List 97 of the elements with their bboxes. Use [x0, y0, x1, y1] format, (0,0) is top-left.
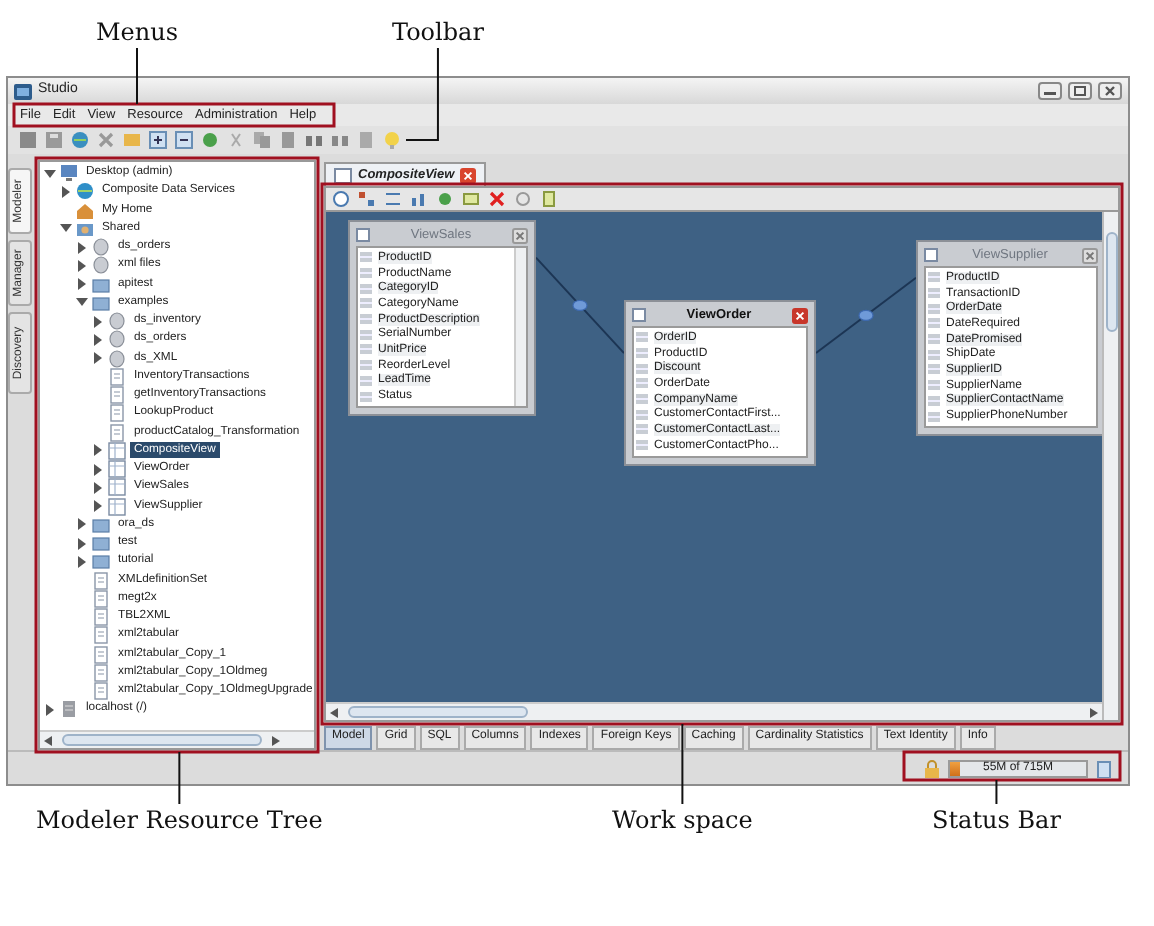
callout-label: Status Bar — [932, 808, 1061, 832]
column-icon — [636, 332, 648, 343]
column-icon — [636, 348, 648, 359]
expander-icon[interactable] — [60, 185, 72, 198]
collapse-icon[interactable] — [174, 130, 194, 150]
column-icon — [360, 298, 372, 309]
callout-label: Work space — [612, 808, 753, 832]
close-icon[interactable] — [1082, 247, 1098, 263]
maximize-icon[interactable] — [1068, 82, 1092, 100]
column-icon — [928, 395, 940, 406]
expander-icon[interactable] — [92, 500, 104, 513]
leader-line — [405, 47, 439, 141]
callout-label: Menus — [96, 20, 179, 44]
expander-icon[interactable] — [76, 518, 88, 531]
column-icon — [360, 375, 372, 386]
column-icon — [928, 349, 940, 360]
column-icon — [360, 360, 372, 371]
join-connector[interactable] — [535, 256, 625, 355]
app-logo-icon — [14, 83, 32, 99]
server-icon — [60, 700, 78, 719]
scrollbar-thumb[interactable] — [1105, 232, 1117, 332]
column-icon — [636, 378, 648, 389]
column-icon — [928, 318, 940, 329]
shared-folder-icon — [76, 219, 94, 238]
lock-icon — [924, 759, 940, 777]
column-icon — [636, 363, 648, 374]
table-icon — [108, 478, 126, 497]
table-icon — [356, 228, 370, 242]
scroll-left-icon[interactable] — [44, 735, 54, 745]
table-icon — [924, 248, 938, 262]
globe-icon — [76, 182, 94, 201]
expander-icon[interactable] — [76, 259, 88, 272]
add-table-icon[interactable] — [462, 190, 480, 208]
column-icon — [636, 440, 648, 451]
table-icon — [108, 497, 126, 516]
table-icon — [108, 460, 126, 479]
hierarchy-icon[interactable] — [358, 190, 376, 208]
monitor-icon — [60, 164, 78, 183]
join-icon[interactable] — [384, 190, 402, 208]
column-icon — [360, 268, 372, 279]
expander-icon[interactable] — [76, 241, 88, 254]
house-icon — [76, 201, 94, 220]
close-icon[interactable] — [1098, 82, 1122, 100]
scroll-right-icon[interactable] — [1088, 707, 1098, 717]
scrollbar-thumb[interactable] — [348, 706, 528, 718]
column-icon — [928, 411, 940, 422]
column-icon — [928, 288, 940, 299]
scroll-left-icon[interactable] — [330, 707, 340, 717]
leader-line — [995, 779, 998, 805]
table-icon — [108, 441, 126, 460]
expander-icon[interactable] — [92, 463, 104, 476]
expander-icon[interactable] — [76, 296, 88, 309]
column-icon — [928, 272, 940, 283]
expander-icon[interactable] — [92, 352, 104, 365]
column-icon — [360, 252, 372, 263]
scrollbar-track[interactable] — [514, 248, 526, 406]
column-icon — [360, 283, 372, 294]
scroll-right-icon[interactable] — [270, 735, 280, 745]
delete-icon[interactable] — [488, 190, 506, 208]
column-icon — [928, 334, 940, 345]
close-icon[interactable] — [460, 167, 477, 183]
column-icon — [636, 409, 648, 420]
expander-icon[interactable] — [92, 481, 104, 494]
close-icon[interactable] — [512, 227, 528, 243]
scrollbar-thumb[interactable] — [62, 734, 262, 746]
callout-label: Modeler Resource Tree — [36, 808, 323, 832]
table-icon — [632, 308, 646, 322]
column-icon — [636, 394, 648, 405]
column-icon — [928, 380, 940, 391]
expander-icon[interactable] — [44, 703, 56, 716]
globe-icon[interactable] — [70, 130, 90, 150]
chart-icon[interactable] — [410, 190, 428, 208]
column-icon — [636, 424, 648, 435]
leader-line — [681, 723, 684, 805]
leader-line — [178, 751, 181, 805]
expander-icon[interactable] — [92, 315, 104, 328]
table-icon — [334, 167, 352, 183]
expander-icon[interactable] — [92, 444, 104, 457]
expander-icon[interactable] — [76, 555, 88, 568]
column-icon — [928, 364, 940, 375]
expander-icon[interactable] — [92, 333, 104, 346]
expander-icon[interactable] — [60, 222, 72, 235]
minimize-icon[interactable] — [1038, 82, 1062, 100]
save-icon[interactable] — [18, 130, 38, 150]
expander-icon[interactable] — [44, 167, 56, 180]
info-icon[interactable] — [332, 190, 350, 208]
column-icon — [360, 314, 372, 325]
column-icon — [360, 391, 372, 402]
column-icon — [928, 303, 940, 314]
column-icon — [360, 329, 372, 340]
join-connector[interactable] — [815, 276, 917, 355]
expand-icon[interactable] — [148, 130, 168, 150]
leader-line — [136, 47, 138, 105]
column-icon — [360, 344, 372, 355]
expander-icon[interactable] — [76, 537, 88, 550]
callout-label: Toolbar — [392, 20, 484, 44]
expander-icon[interactable] — [76, 278, 88, 291]
